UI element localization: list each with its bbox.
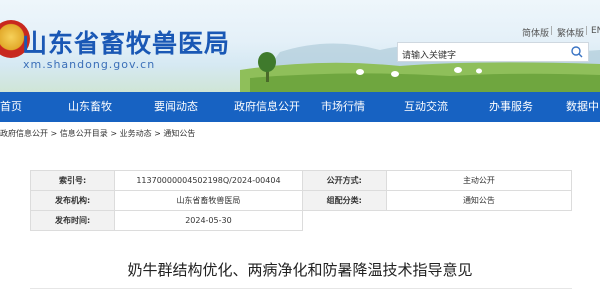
nav-item-data[interactable]: 数据中 (566, 92, 600, 122)
search-icon (571, 46, 583, 58)
issuer-label: 发布机构: (29, 190, 116, 211)
lang-en-link[interactable]: EN (591, 26, 600, 36)
nav-item-market[interactable]: 市场行情 (310, 92, 376, 122)
breadcrumb-separator: > (151, 129, 164, 138)
breadcrumb-item[interactable]: 业务动态 (120, 129, 152, 138)
nav-item-news[interactable]: 要闻动态 (143, 92, 209, 122)
header-banner: 山东省畜牧兽医局 xm.shandong.gov.cn 简体版 | 繁体版 | … (0, 0, 600, 92)
main-nav: 首页 山东畜牧 要闻动态 政府信息公开 市场行情 互动交流 办事服务 数据中 (0, 92, 600, 122)
empty-cell (302, 211, 386, 231)
date-value: 2024-05-30 (114, 210, 303, 231)
breadcrumb-item[interactable]: 信息公开目录 (60, 129, 108, 138)
lang-traditional-link[interactable]: 繁体版 (557, 26, 584, 39)
table-row: 索引号: 11370000004502198Q/2024-00404 公开方式:… (29, 170, 573, 191)
issuer-value: 山东省畜牧兽医局 (114, 190, 303, 211)
divider (30, 288, 572, 289)
nav-item-shandong-livestock[interactable]: 山东畜牧 (60, 92, 120, 122)
breadcrumb-separator: > (48, 129, 60, 138)
index-value: 11370000004502198Q/2024-00404 (114, 170, 303, 191)
lang-simplified-link[interactable]: 简体版 (522, 26, 549, 39)
breadcrumb-separator: > (107, 129, 120, 138)
lang-separator: | (550, 26, 554, 36)
nav-item-gov-info-disclosure[interactable]: 政府信息公开 (224, 92, 310, 122)
empty-cell (386, 211, 571, 231)
nav-item-services[interactable]: 办事服务 (478, 92, 544, 122)
table-row: 发布机构: 山东省畜牧兽医局 组配分类: 通知公告 (29, 190, 573, 211)
breadcrumb: 政府信息公开 > 信息公开目录 > 业务动态 > 通知公告 (0, 128, 195, 139)
nav-item-interaction[interactable]: 互动交流 (393, 92, 459, 122)
document-title: 奶牛群结构优化、两病净化和防暑降温技术指导意见 (127, 261, 473, 279)
lang-separator: | (585, 26, 589, 36)
category-label: 组配分类: (301, 190, 387, 211)
breadcrumb-item[interactable]: 政府信息公开 (0, 129, 48, 138)
breadcrumb-item[interactable]: 通知公告 (163, 129, 195, 138)
table-row: 发布时间: 2024-05-30 (29, 210, 572, 231)
site-title[interactable]: 山东省畜牧兽医局 (22, 24, 230, 60)
category-value: 通知公告 (385, 190, 573, 211)
search-box (397, 42, 589, 64)
disclosure-label: 公开方式: (301, 170, 387, 191)
date-label: 发布时间: (29, 210, 116, 231)
index-label: 索引号: (29, 170, 116, 191)
nav-item-home[interactable]: 首页 (0, 92, 26, 122)
document-meta-table: 索引号: 11370000004502198Q/2024-00404 公开方式:… (29, 170, 573, 231)
search-button[interactable] (566, 43, 588, 61)
site-domain: xm.shandong.gov.cn (23, 58, 156, 71)
disclosure-value: 主动公开 (385, 170, 573, 191)
search-input[interactable] (398, 48, 552, 64)
